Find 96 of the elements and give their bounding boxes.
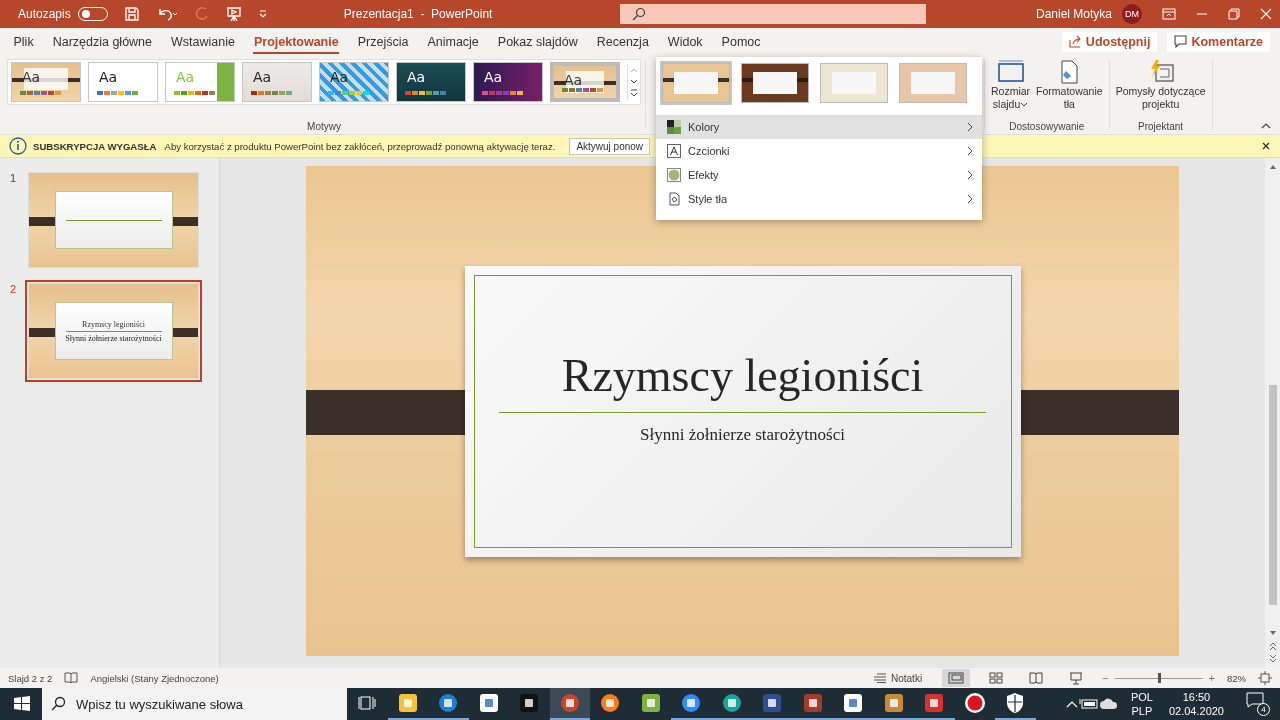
- taskbar-search-field[interactable]: Wpisz tu wyszukiwane słowa: [42, 688, 347, 720]
- theme-thumbnail[interactable]: Aa: [88, 62, 158, 102]
- share-button[interactable]: Udostępnij: [1061, 31, 1158, 52]
- ribbon-tab[interactable]: Przejścia: [349, 29, 417, 54]
- chevron-right-icon: [966, 170, 974, 180]
- autosave-label: Autozapis: [18, 7, 71, 21]
- windows-start-icon[interactable]: [13, 695, 31, 713]
- ribbon-tab[interactable]: Projektowanie: [245, 29, 348, 54]
- chevron-right-icon: [966, 194, 974, 204]
- zoom-percent[interactable]: 82%: [1227, 672, 1246, 684]
- group-label: Motywy: [307, 121, 341, 132]
- effects-icon: [667, 168, 681, 182]
- menu-item[interactable]: Czcionki: [656, 139, 982, 163]
- search-icon: [632, 7, 647, 21]
- search-icon: [50, 696, 66, 712]
- slide-thumbnail[interactable]: [28, 172, 199, 268]
- info-title: SUBSKRYPCJA WYGASŁA: [33, 140, 157, 152]
- ribbon-tab[interactable]: Animacje: [418, 29, 488, 54]
- ribbon-display-icon[interactable]: [1162, 8, 1176, 20]
- swatches-icon: [562, 88, 603, 92]
- ribbon-tab[interactable]: Pokaz slajdów: [489, 29, 587, 54]
- presentation-icon[interactable]: [225, 6, 242, 22]
- theme-variant[interactable]: [660, 61, 732, 105]
- vertical-scrollbar[interactable]: [1265, 158, 1280, 668]
- chevron-right-icon: [966, 122, 974, 132]
- normal-view-icon: [948, 672, 965, 684]
- slide-thumbnail[interactable]: Rzymscy legioniści Słynni żołnierze starożytności: [28, 283, 199, 379]
- fit-to-window-icon[interactable]: [1258, 671, 1272, 685]
- comments-button[interactable]: Komentarze: [1167, 31, 1270, 52]
- user-avatar[interactable]: DM: [1122, 4, 1142, 24]
- notes-button[interactable]: Notatki: [873, 672, 923, 684]
- clock[interactable]: 16:50 02.04.2020: [1168, 690, 1224, 718]
- swatches-icon: [97, 91, 138, 95]
- menu-item[interactable]: Efekty: [656, 163, 982, 187]
- theme-thumbnail[interactable]: Aa: [242, 62, 312, 102]
- theme-thumbnail[interactable]: Aa: [396, 62, 466, 102]
- chevron-up-icon[interactable]: [1064, 699, 1079, 709]
- ribbon-tab[interactable]: Widok: [659, 29, 712, 54]
- close-icon[interactable]: [1261, 141, 1271, 151]
- paint-bucket-icon: [667, 192, 681, 206]
- share-icon: [1068, 35, 1082, 48]
- swatches-icon: [328, 91, 369, 95]
- next-slide-icon[interactable]: [1267, 654, 1278, 664]
- slide-subtitle[interactable]: Słynni żołnierze starożytności: [640, 424, 845, 445]
- theme-thumbnail[interactable]: Aa: [473, 62, 543, 102]
- info-icon: [9, 137, 27, 155]
- notes-icon: [873, 673, 887, 683]
- slide-size-button[interactable]: Rozmiar slajdu: [989, 59, 1033, 111]
- ribbon-tab[interactable]: Pomoc: [713, 29, 769, 54]
- theme-thumbnail[interactable]: Aa: [550, 62, 620, 102]
- window-title: Prezentacja1 - PowerPoint: [343, 7, 493, 21]
- slide-frame-icon: [995, 59, 1026, 85]
- swatches-icon: [174, 91, 215, 95]
- chevron-right-icon: [966, 146, 974, 156]
- save-icon[interactable]: [123, 6, 140, 22]
- search-field[interactable]: [620, 4, 927, 24]
- slide-number: 2: [9, 283, 18, 295]
- input-language-button[interactable]: POL PLP: [1130, 690, 1153, 718]
- user-name: Daniel Motyka: [1035, 7, 1112, 21]
- swatches-icon: [405, 91, 446, 95]
- customize-toolbar-icon[interactable]: [257, 9, 268, 19]
- spelling-icon[interactable]: [64, 672, 79, 684]
- projector-screen-icon: [1069, 671, 1084, 685]
- menu-item[interactable]: Kolory: [656, 115, 982, 139]
- book-icon: [1029, 672, 1044, 684]
- restore-icon[interactable]: [1228, 8, 1240, 20]
- swatches-icon: [20, 91, 61, 95]
- collapse-ribbon-icon[interactable]: [1260, 122, 1272, 130]
- slide-title[interactable]: Rzymscy legioniści: [561, 347, 924, 404]
- scrollbar-thumb[interactable]: [1268, 385, 1277, 605]
- slide-counter: Slajd 2 z 2: [8, 672, 53, 684]
- battery-icon[interactable]: [1078, 698, 1099, 710]
- grid-icon: [989, 672, 1004, 684]
- ribbon-tab[interactable]: Wstawianie: [162, 29, 244, 54]
- zoom-slider[interactable]: − +: [1102, 672, 1215, 684]
- comment-icon: [1174, 35, 1188, 48]
- swatches-icon: [482, 91, 523, 95]
- info-message: Aby korzystać z produktu PowerPoint bez zakłóceń, przeprowadź ponowną aktywację teraz.: [164, 140, 556, 152]
- cloud-icon[interactable]: [1098, 698, 1119, 710]
- previous-slide-icon[interactable]: [1267, 641, 1278, 651]
- group-label: Projektant: [1138, 121, 1184, 132]
- theme-variant[interactable]: [739, 61, 811, 105]
- language-label[interactable]: Angielski (Stany Zjednoczone): [90, 672, 219, 684]
- menu-item[interactable]: Style tła: [656, 187, 982, 211]
- format-background-button[interactable]: Formatowanie tła: [1034, 59, 1105, 111]
- font-icon: [667, 144, 681, 158]
- ribbon-tab[interactable]: Plik: [5, 29, 43, 54]
- slide-number: 1: [9, 172, 18, 184]
- ribbon-tab[interactable]: Narzędzia główne: [44, 29, 161, 54]
- color-squares-icon: [667, 120, 681, 134]
- group-label: Dostosowywanie: [1009, 121, 1085, 132]
- swatches-icon: [251, 91, 292, 95]
- theme-thumbnail[interactable]: Aa: [11, 62, 81, 102]
- ribbon-tab[interactable]: Recenzja: [588, 29, 658, 54]
- design-ideas-button[interactable]: Pomysły dotyczące projektu: [1113, 59, 1208, 111]
- reactivate-button[interactable]: Aktywuj ponow: [569, 137, 651, 155]
